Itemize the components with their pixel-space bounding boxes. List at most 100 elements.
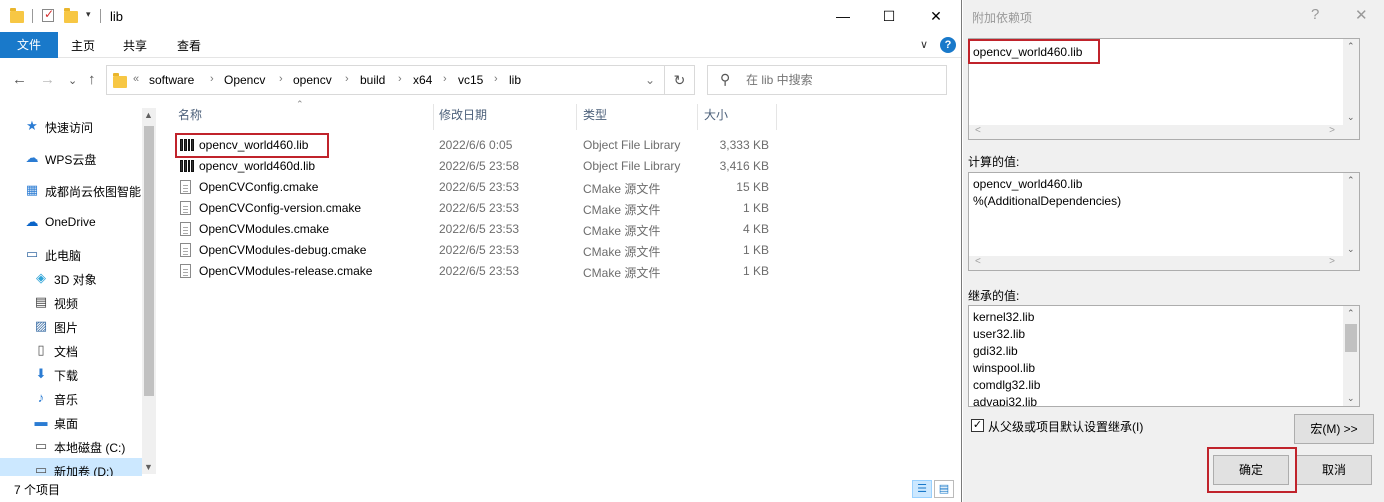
recent-locations-icon[interactable]: ⌄: [68, 74, 77, 87]
minimize-button[interactable]: —: [820, 0, 866, 32]
scroll-down-icon[interactable]: ⌄: [1347, 112, 1355, 123]
nav-item[interactable]: ▦ 成都尚云依图智能: [0, 178, 142, 202]
dialog-help-icon[interactable]: ?: [1311, 6, 1319, 23]
file-date: 2022/6/5 23:53: [439, 222, 520, 236]
help-icon[interactable]: ?: [940, 37, 956, 53]
file-row[interactable]: OpenCVModules-release.cmake 2022/6/5 23:5…: [170, 261, 780, 282]
nav-item[interactable]: ★ 快速访问: [0, 114, 142, 138]
nav-item[interactable]: ▬ 桌面: [0, 410, 142, 434]
close-button[interactable]: ✕: [913, 0, 959, 32]
scroll-down-icon[interactable]: ▼: [144, 462, 153, 472]
macro-button[interactable]: 宏(M) >>: [1294, 414, 1374, 444]
file-row[interactable]: OpenCVConfig-version.cmake 2022/6/5 23:53…: [170, 198, 780, 219]
breadcrumb-software[interactable]: software: [149, 73, 194, 87]
column-header-date[interactable]: 修改日期: [439, 106, 487, 130]
forward-arrow-icon[interactable]: →: [40, 71, 55, 88]
scroll-up-icon[interactable]: ⌃: [1347, 175, 1355, 186]
tab-share[interactable]: 共享: [114, 34, 156, 58]
breadcrumb-build[interactable]: build: [360, 73, 385, 87]
breadcrumb-lib[interactable]: lib: [509, 73, 521, 87]
chevron-right-icon[interactable]: ›: [494, 73, 498, 85]
chevron-right-icon[interactable]: ›: [279, 73, 283, 85]
nav-item[interactable]: ⬇ 下载: [0, 362, 142, 386]
address-bar[interactable]: « software › Opencv › opencv › build › x…: [106, 65, 665, 95]
scroll-up-icon[interactable]: ▲: [144, 110, 153, 120]
file-date: 2022/6/5 23:53: [439, 201, 520, 215]
up-arrow-icon[interactable]: ↑: [88, 71, 96, 88]
breadcrumb-opencv[interactable]: opencv: [293, 73, 332, 87]
scroll-left-icon[interactable]: <: [975, 256, 981, 267]
file-row[interactable]: OpenCVModules.cmake 2022/6/5 23:53 CMake 源…: [170, 219, 780, 240]
nav-item[interactable]: ▯ 文档: [0, 338, 142, 362]
scroll-right-icon[interactable]: >: [1329, 256, 1335, 267]
address-overflow-icon[interactable]: «: [133, 73, 139, 85]
cancel-button[interactable]: 取消: [1296, 455, 1372, 485]
new-folder-icon[interactable]: [64, 8, 78, 23]
inherit-checkbox-label[interactable]: 从父级或项目默认设置继承(I): [988, 418, 1143, 435]
breadcrumb-vc15[interactable]: vc15: [458, 73, 483, 87]
file-row[interactable]: OpenCVConfig.cmake 2022/6/5 23:53 CMake 源文…: [170, 177, 780, 198]
inherit-checkbox[interactable]: ✓: [971, 419, 984, 432]
tab-home[interactable]: 主页: [62, 34, 104, 58]
refresh-button[interactable]: ↻: [665, 65, 695, 95]
chevron-right-icon[interactable]: ›: [345, 73, 349, 85]
ribbon-collapse-icon[interactable]: ∨: [920, 38, 928, 51]
details-view-icon[interactable]: ☰: [912, 480, 932, 498]
file-row[interactable]: opencv_world460d.lib 2022/6/5 23:58 Object…: [170, 156, 780, 177]
textarea-vscroll[interactable]: ⌃ ⌄: [1343, 39, 1359, 125]
column-header-name[interactable]: 名称: [178, 106, 202, 130]
column-divider[interactable]: [776, 104, 777, 130]
scroll-left-icon[interactable]: <: [975, 125, 981, 136]
scroll-down-icon[interactable]: ⌄: [1347, 393, 1355, 404]
annotation-highlight-box: [175, 133, 329, 158]
maximize-button[interactable]: ☐: [866, 0, 912, 32]
file-row[interactable]: OpenCVModules-debug.cmake 2022/6/5 23:53 C…: [170, 240, 780, 261]
scroll-up-icon[interactable]: ⌃: [1347, 41, 1355, 52]
nav-item[interactable]: ▨ 图片: [0, 314, 142, 338]
scrollbar-thumb[interactable]: [1345, 324, 1357, 352]
scroll-up-icon[interactable]: ⌃: [1347, 308, 1355, 319]
column-header-size[interactable]: 大小: [704, 106, 728, 130]
computed-hscroll[interactable]: < >: [969, 256, 1359, 270]
dialog-close-button[interactable]: ✕: [1355, 6, 1368, 24]
nav-item[interactable]: ▭ 新加卷 (D:): [0, 458, 142, 476]
quick-access-dropdown-icon[interactable]: ▾: [86, 9, 91, 20]
scroll-down-icon[interactable]: ⌄: [1347, 244, 1355, 255]
ribbon-tabs: 文件 主页 共享 查看 ∨ ?: [0, 32, 961, 58]
cmake-file-icon: [180, 243, 192, 257]
chevron-right-icon[interactable]: ›: [210, 73, 214, 85]
explorer-title-bar: ▾ lib — ☐ ✕: [0, 0, 961, 32]
properties-icon[interactable]: [42, 7, 56, 23]
computed-vscroll[interactable]: ⌃ ⌄: [1343, 173, 1359, 257]
large-icons-view-icon[interactable]: ▤: [934, 480, 954, 498]
nav-item[interactable]: ◈ 3D 对象: [0, 266, 142, 290]
search-input[interactable]: [746, 71, 936, 89]
scrollbar-thumb[interactable]: [144, 126, 154, 396]
nav-pane-scrollbar[interactable]: ▲ ▼: [142, 108, 156, 474]
nav-item[interactable]: ▭ 本地磁盘 (C:): [0, 434, 142, 458]
search-box[interactable]: ⚲: [707, 65, 947, 95]
file-size: 1 KB: [742, 243, 769, 257]
chevron-right-icon[interactable]: ›: [398, 73, 402, 85]
column-header-type[interactable]: 类型: [583, 106, 607, 130]
breadcrumb-x64[interactable]: x64: [413, 73, 432, 87]
nav-item[interactable]: ☁ OneDrive: [0, 210, 142, 234]
back-arrow-icon[interactable]: ←: [12, 71, 27, 88]
nav-item[interactable]: ☁ WPS云盘: [0, 146, 142, 170]
textarea-hscroll[interactable]: < >: [969, 125, 1359, 139]
tab-file[interactable]: 文件: [0, 32, 58, 58]
nav-item[interactable]: ▤ 视频: [0, 290, 142, 314]
column-divider[interactable]: [697, 104, 698, 130]
inherited-vscroll[interactable]: ⌃ ⌄: [1343, 306, 1359, 406]
scroll-right-icon[interactable]: >: [1329, 125, 1335, 136]
nav-item[interactable]: ♪ 音乐: [0, 386, 142, 410]
nav-item-label: 本地磁盘 (C:): [54, 441, 126, 455]
tab-view[interactable]: 查看: [168, 34, 210, 58]
column-divider[interactable]: [433, 104, 434, 130]
address-dropdown-icon[interactable]: ⌄: [645, 73, 655, 87]
nav-item[interactable]: ▭ 此电脑: [0, 242, 142, 266]
chevron-right-icon[interactable]: ›: [443, 73, 447, 85]
cmake-file-icon: [180, 264, 192, 278]
column-divider[interactable]: [576, 104, 577, 130]
breadcrumb-opencv-root[interactable]: Opencv: [224, 73, 265, 87]
